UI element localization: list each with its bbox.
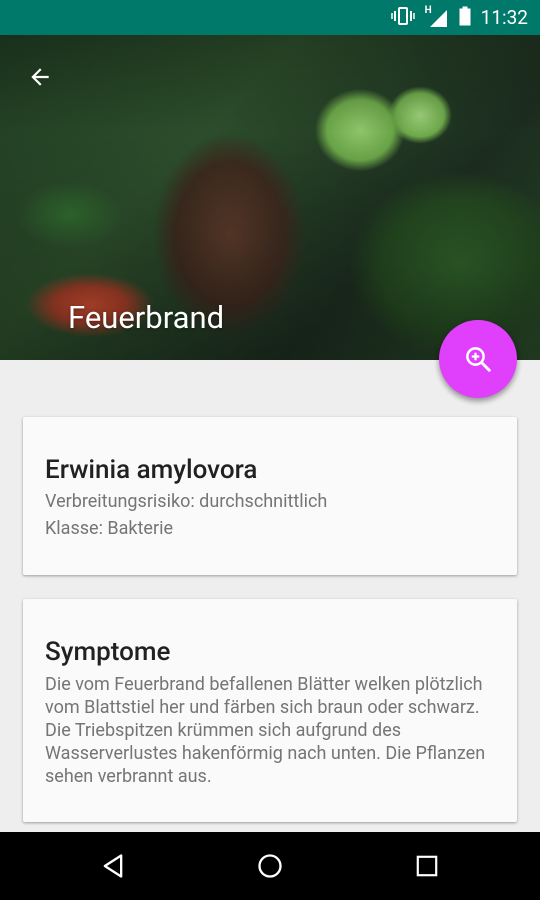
page-title: Feuerbrand bbox=[68, 299, 225, 336]
arrow-back-icon bbox=[31, 68, 49, 86]
hero-image: Feuerbrand bbox=[0, 35, 540, 360]
symptoms-card: Symptome Die vom Feuerbrand befallenen B… bbox=[23, 599, 517, 822]
nav-back-button[interactable] bbox=[96, 849, 130, 883]
back-triangle-icon bbox=[103, 854, 123, 878]
zoom-in-icon bbox=[466, 347, 491, 372]
home-circle-icon bbox=[258, 854, 282, 878]
status-icons: H 11:32 bbox=[390, 0, 528, 35]
symptoms-heading: Symptome bbox=[45, 637, 171, 667]
nav-recents-button[interactable] bbox=[410, 849, 444, 883]
zoom-button[interactable] bbox=[439, 320, 517, 398]
scientific-name: Erwinia amylovora bbox=[45, 455, 258, 485]
status-bar: H 11:32 bbox=[0, 0, 540, 35]
signal-icon: H bbox=[425, 5, 449, 28]
spread-risk: Verbreitungsrisiko: durchschnittlich bbox=[45, 491, 328, 512]
info-card: Erwinia amylovora Verbreitungsrisiko: du… bbox=[23, 417, 517, 575]
back-button[interactable] bbox=[20, 57, 60, 97]
status-time: 11:32 bbox=[480, 6, 528, 29]
navigation-bar bbox=[0, 832, 540, 900]
nav-home-button[interactable] bbox=[253, 849, 287, 883]
classification: Klasse: Bakterie bbox=[45, 518, 173, 539]
battery-icon bbox=[459, 6, 471, 30]
recents-square-icon bbox=[416, 855, 438, 877]
vibrate-icon bbox=[390, 6, 415, 30]
symptoms-text: Die vom Feuerbrand befallenen Blätter we… bbox=[45, 674, 486, 787]
